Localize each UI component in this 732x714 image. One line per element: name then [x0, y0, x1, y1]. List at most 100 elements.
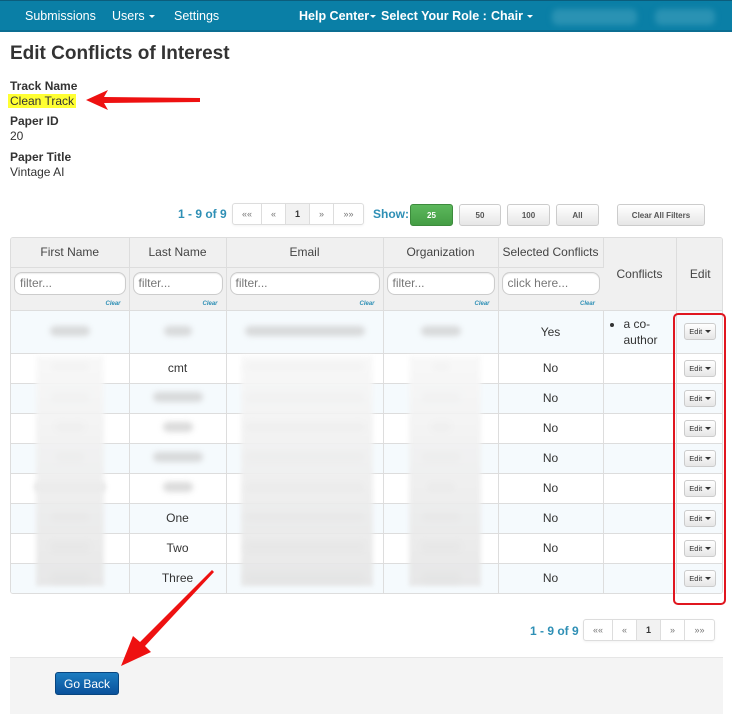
page-current-button[interactable]: 1 — [637, 620, 661, 640]
column-header-organization[interactable]: Organization — [383, 238, 499, 268]
cell-selected-conflicts: No — [498, 353, 604, 384]
selected-conflicts-filter-select[interactable]: click here... — [501, 271, 600, 295]
redacted-emails — [241, 356, 373, 586]
filter-cell-first-name: filter... Clear — [11, 267, 130, 311]
nav-settings[interactable]: Settings — [174, 9, 219, 23]
cell-last-name — [129, 443, 227, 474]
nav-users[interactable]: Users — [112, 9, 155, 23]
cell-selected-conflicts: No — [498, 443, 604, 474]
cell-last-name — [129, 383, 227, 414]
caret-down-icon — [526, 15, 533, 19]
column-header-conflicts: Conflicts — [603, 238, 677, 311]
email-clear-link[interactable]: Clear — [359, 301, 374, 307]
role-value: Chair — [491, 9, 523, 23]
selected-conflict-value: No — [542, 361, 559, 375]
cell-selected-conflicts: Yes — [498, 310, 604, 354]
filter-cell-email: filter... Clear — [226, 267, 384, 311]
email-filter-input[interactable]: filter... — [229, 271, 380, 295]
filter-cell-organization: filter... Clear — [383, 267, 499, 311]
selected-conflict-value: No — [542, 511, 559, 525]
page-last-button[interactable]: »» — [334, 204, 363, 224]
column-header-email[interactable]: Email — [226, 238, 384, 268]
track-name-highlight: Clean Track — [8, 94, 77, 108]
selected-conflict-value: No — [542, 541, 559, 555]
redacted-organizations — [409, 356, 481, 586]
redacted-text — [420, 325, 461, 336]
page-current-button[interactable]: 1 — [286, 204, 310, 224]
cell-conflicts — [603, 533, 677, 564]
redacted-first-names — [36, 356, 104, 586]
show-25-button[interactable]: 25 — [410, 204, 453, 226]
cell-last-name: cmt — [129, 353, 227, 384]
show-label: Show: — [373, 207, 409, 221]
cell-last-name: One — [129, 503, 227, 534]
show-50-button[interactable]: 50 — [459, 204, 501, 226]
redacted-text — [162, 422, 193, 432]
cell-conflicts — [603, 563, 677, 593]
cell-email — [226, 310, 384, 354]
page-next-button[interactable]: » — [661, 620, 685, 640]
cell-conflicts — [603, 353, 677, 384]
last-name-text: Two — [166, 541, 189, 555]
first-name-clear-link[interactable]: Clear — [105, 301, 120, 307]
cell-selected-conflicts: No — [498, 473, 604, 504]
selected-conflict-value: No — [542, 421, 559, 435]
cell-last-name: Two — [129, 533, 227, 564]
page-first-button[interactable]: «« — [584, 620, 613, 640]
filter-cell-selected-conflicts: click here... Clear — [498, 267, 603, 311]
nav-users-label: Users — [112, 9, 145, 23]
cell-selected-conflicts: No — [498, 383, 604, 414]
last-name-filter-input[interactable]: filter... — [132, 271, 223, 295]
column-header-last-name[interactable]: Last Name — [129, 238, 227, 268]
conflict-list: a co-author — [604, 316, 676, 348]
page-prev-button[interactable]: « — [613, 620, 637, 640]
cell-selected-conflicts: No — [498, 533, 604, 564]
redacted-text — [152, 452, 203, 462]
role-selector[interactable]: Chair — [491, 9, 533, 23]
track-name-label: Track Name — [10, 79, 78, 93]
filter-cell-last-name: filter... Clear — [129, 267, 227, 311]
cell-selected-conflicts: No — [498, 413, 604, 444]
selected-conflicts-clear-link[interactable]: Clear — [580, 301, 595, 307]
first-name-filter-input[interactable]: filter... — [14, 271, 126, 295]
redacted-user-info — [552, 9, 637, 25]
pagination-bottom: «« « 1 » »» — [583, 619, 715, 641]
caret-down-icon — [370, 15, 377, 19]
annotation-highlight-box — [673, 313, 726, 605]
last-name-text: One — [166, 511, 189, 525]
selected-conflict-value: No — [542, 451, 559, 465]
cell-last-name — [129, 473, 227, 504]
show-100-button[interactable]: 100 — [507, 204, 550, 226]
page-next-button[interactable]: » — [310, 204, 334, 224]
organization-filter-input[interactable]: filter... — [386, 271, 495, 295]
cell-conflicts — [603, 413, 677, 444]
redacted-user-menu[interactable] — [655, 9, 715, 25]
nav-submissions[interactable]: Submissions — [25, 9, 96, 23]
pagination-summary-bottom: 1 - 9 of 9 — [530, 624, 579, 638]
pagination-top: «« « 1 » »» — [232, 203, 364, 225]
conflict-item: a co-author — [624, 316, 676, 348]
organization-clear-link[interactable]: Clear — [474, 301, 489, 307]
paper-id-label: Paper ID — [10, 114, 59, 128]
cell-conflicts — [603, 383, 677, 414]
column-header-selected-conflicts[interactable]: Selected Conflicts — [498, 238, 604, 268]
page-prev-button[interactable]: « — [262, 204, 286, 224]
show-all-button[interactable]: All — [556, 204, 599, 226]
annotation-arrow-icon — [86, 90, 200, 110]
redacted-text — [163, 325, 192, 336]
page-first-button[interactable]: «« — [233, 204, 262, 224]
selected-conflict-value: No — [542, 481, 559, 495]
page-last-button[interactable]: »» — [685, 620, 714, 640]
top-navbar: Submissions Users Settings Help Center S… — [0, 0, 732, 32]
column-header-first-name[interactable]: First Name — [11, 238, 130, 268]
cell-conflicts — [603, 443, 677, 474]
last-name-text: cmt — [167, 361, 188, 375]
column-header-edit: Edit — [676, 238, 722, 311]
redacted-text — [244, 325, 365, 336]
clear-all-filters-button[interactable]: Clear All Filters — [617, 204, 705, 226]
redacted-text — [162, 482, 193, 492]
go-back-button[interactable]: Go Back — [55, 672, 119, 695]
nav-help-center[interactable]: Help Center — [299, 9, 377, 23]
selected-conflict-value: Yes — [540, 324, 561, 339]
last-name-clear-link[interactable]: Clear — [202, 301, 217, 307]
